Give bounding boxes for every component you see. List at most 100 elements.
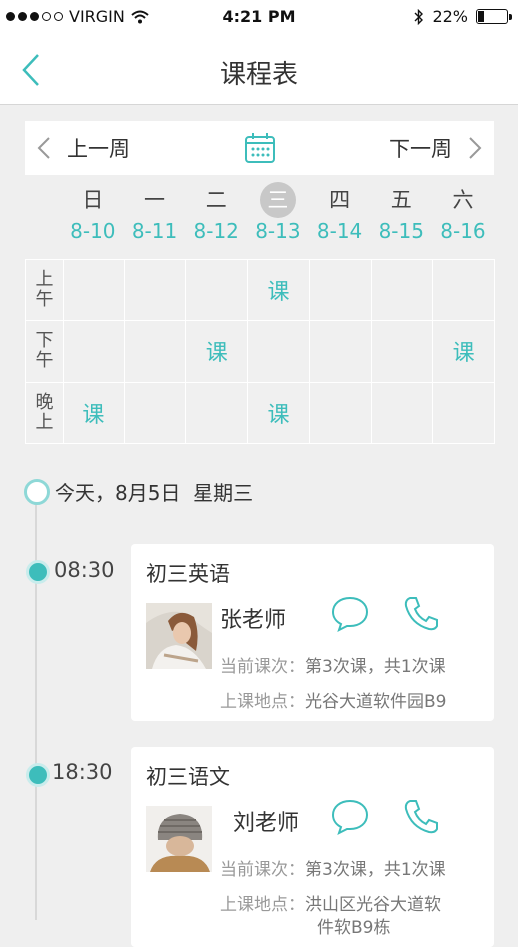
day-column[interactable]: 一 8-11 [124, 181, 186, 243]
schedule-cell [371, 382, 434, 444]
date-label: 8-10 [70, 219, 116, 243]
schedule-cell [124, 260, 187, 322]
chevron-left-icon [37, 137, 50, 159]
location-label: 上课地点： [220, 895, 305, 915]
today-weekday-badge: 三 [259, 182, 296, 218]
weekday-label: 日 [82, 188, 104, 212]
phone-icon[interactable] [403, 594, 441, 632]
prev-week-label: 上一周 [67, 137, 130, 161]
teacher-avatar [146, 603, 212, 669]
progress-value: 第3次课，共1次课 [305, 657, 446, 677]
lesson-subject: 初三英语 [146, 562, 230, 586]
location-value: 光谷大道软件园B9 [305, 692, 447, 712]
schedule-cell [124, 321, 187, 383]
schedule-cell [186, 260, 249, 322]
period-label-char: 上 [35, 411, 54, 433]
course-mark[interactable]: 课 [453, 335, 475, 367]
today-marker [24, 479, 50, 505]
schedule-cell [309, 321, 372, 383]
schedule-cell[interactable]: 课 [433, 321, 495, 383]
date-label: 8-11 [131, 219, 178, 243]
schedule-cell [248, 321, 310, 383]
schedule-cell [124, 382, 187, 444]
bluetooth-icon [414, 8, 424, 25]
course-mark[interactable]: 课 [267, 397, 289, 429]
calendar-icon[interactable] [243, 131, 277, 165]
date-label: 8-16 [440, 219, 486, 243]
weekday-label: 二 [205, 188, 227, 212]
chat-bubble-icon[interactable] [331, 594, 369, 632]
course-mark[interactable]: 课 [206, 335, 228, 367]
lesson-progress-row: 当前课次：第3次课，共1次课 [220, 855, 446, 880]
today-date-label: 今天，8月5日 星期三 [55, 481, 254, 505]
progress-label: 当前课次： [220, 657, 305, 677]
day-column[interactable]: 三 8-13 [247, 181, 309, 243]
teacher-name: 张老师 [220, 608, 287, 633]
date-label: 8-14 [316, 219, 363, 243]
lesson-location-row: 上课地点：洪山区光谷大道软 [220, 890, 441, 915]
battery-percent: 22% [432, 7, 468, 26]
schedule-cell [309, 382, 372, 444]
day-column[interactable]: 日 8-10 [62, 181, 124, 243]
period-label-char: 午 [35, 289, 54, 311]
period-label: 下午 [26, 321, 64, 383]
page-title: 课程表 [219, 60, 298, 90]
schedule-cell [371, 321, 434, 383]
location-label: 上课地点： [220, 692, 305, 712]
schedule-cell[interactable]: 课 [63, 382, 125, 444]
weekday-label: 五 [390, 188, 412, 212]
weekday-label: 四 [329, 188, 351, 212]
progress-label: 当前课次： [220, 860, 305, 880]
schedule-cell[interactable]: 课 [186, 321, 249, 383]
period-label-char: 晚 [35, 391, 54, 413]
date-label: 8-13 [255, 219, 301, 243]
schedule-cell [371, 260, 434, 322]
date-label: 8-12 [193, 219, 239, 243]
status-right: 22% [414, 7, 512, 26]
schedule-grid: 上午课下午课课晚上课课 [25, 259, 495, 444]
day-column[interactable]: 五 8-15 [370, 181, 432, 243]
chevron-right-icon [469, 137, 482, 159]
prev-week-button[interactable]: 上一周 [37, 133, 130, 163]
lesson-location-row-cont: 件软B9栋 [317, 913, 390, 938]
lesson-card[interactable]: 初三语文 刘老师 当前课次：第3次课，共1次课 上课地点：洪山区光谷大道软 件软… [131, 747, 494, 947]
battery-icon [476, 9, 512, 24]
day-header: 日 8-10 一 8-11 二 8-12 三 8-13 四 8-14 五 8-1… [62, 181, 494, 243]
period-label: 晚上 [26, 382, 64, 444]
lesson-card[interactable]: 初三英语 张老师 当前课次：第3次课，共1次课 上课地点：光谷大道软件园B9 [131, 544, 494, 721]
schedule-cell [186, 382, 249, 444]
progress-value: 第3次课，共1次课 [305, 860, 446, 880]
day-column[interactable]: 二 8-12 [185, 181, 247, 243]
lesson-time: 18:30 [52, 760, 113, 784]
schedule-cell[interactable]: 课 [248, 260, 310, 322]
schedule-cell [63, 260, 125, 322]
location-value: 洪山区光谷大道软 [305, 895, 441, 915]
date-label: 8-15 [378, 219, 424, 243]
phone-icon[interactable] [403, 797, 441, 835]
nav-bar: 课程表 [0, 36, 518, 105]
day-column[interactable]: 四 8-14 [309, 181, 371, 243]
schedule-cell[interactable]: 课 [248, 382, 310, 444]
next-week-label: 下一周 [389, 137, 452, 161]
location-value-cont: 件软B9栋 [317, 918, 391, 938]
status-bar: VIRGIN 4:21 PM 22% [0, 0, 518, 36]
lesson-time: 08:30 [54, 558, 115, 582]
weekday-label: 一 [144, 188, 166, 212]
schedule-cell [433, 382, 495, 444]
schedule-cell [63, 321, 125, 383]
lesson-subject: 初三语文 [146, 765, 230, 789]
course-mark[interactable]: 课 [267, 274, 289, 306]
period-label-char: 上 [35, 269, 54, 291]
course-mark[interactable]: 课 [82, 397, 104, 429]
day-column[interactable]: 六 8-16 [432, 181, 494, 243]
timeline-dot [26, 560, 50, 584]
period-label: 上午 [26, 260, 64, 322]
weekday-label: 六 [452, 188, 474, 212]
schedule-cell [433, 260, 495, 322]
teacher-name: 刘老师 [233, 811, 300, 836]
chat-bubble-icon[interactable] [331, 797, 369, 835]
period-label-char: 午 [35, 350, 54, 372]
lesson-location-row: 上课地点：光谷大道软件园B9 [220, 687, 446, 712]
period-label-char: 下 [35, 330, 54, 352]
next-week-button[interactable]: 下一周 [389, 133, 482, 163]
